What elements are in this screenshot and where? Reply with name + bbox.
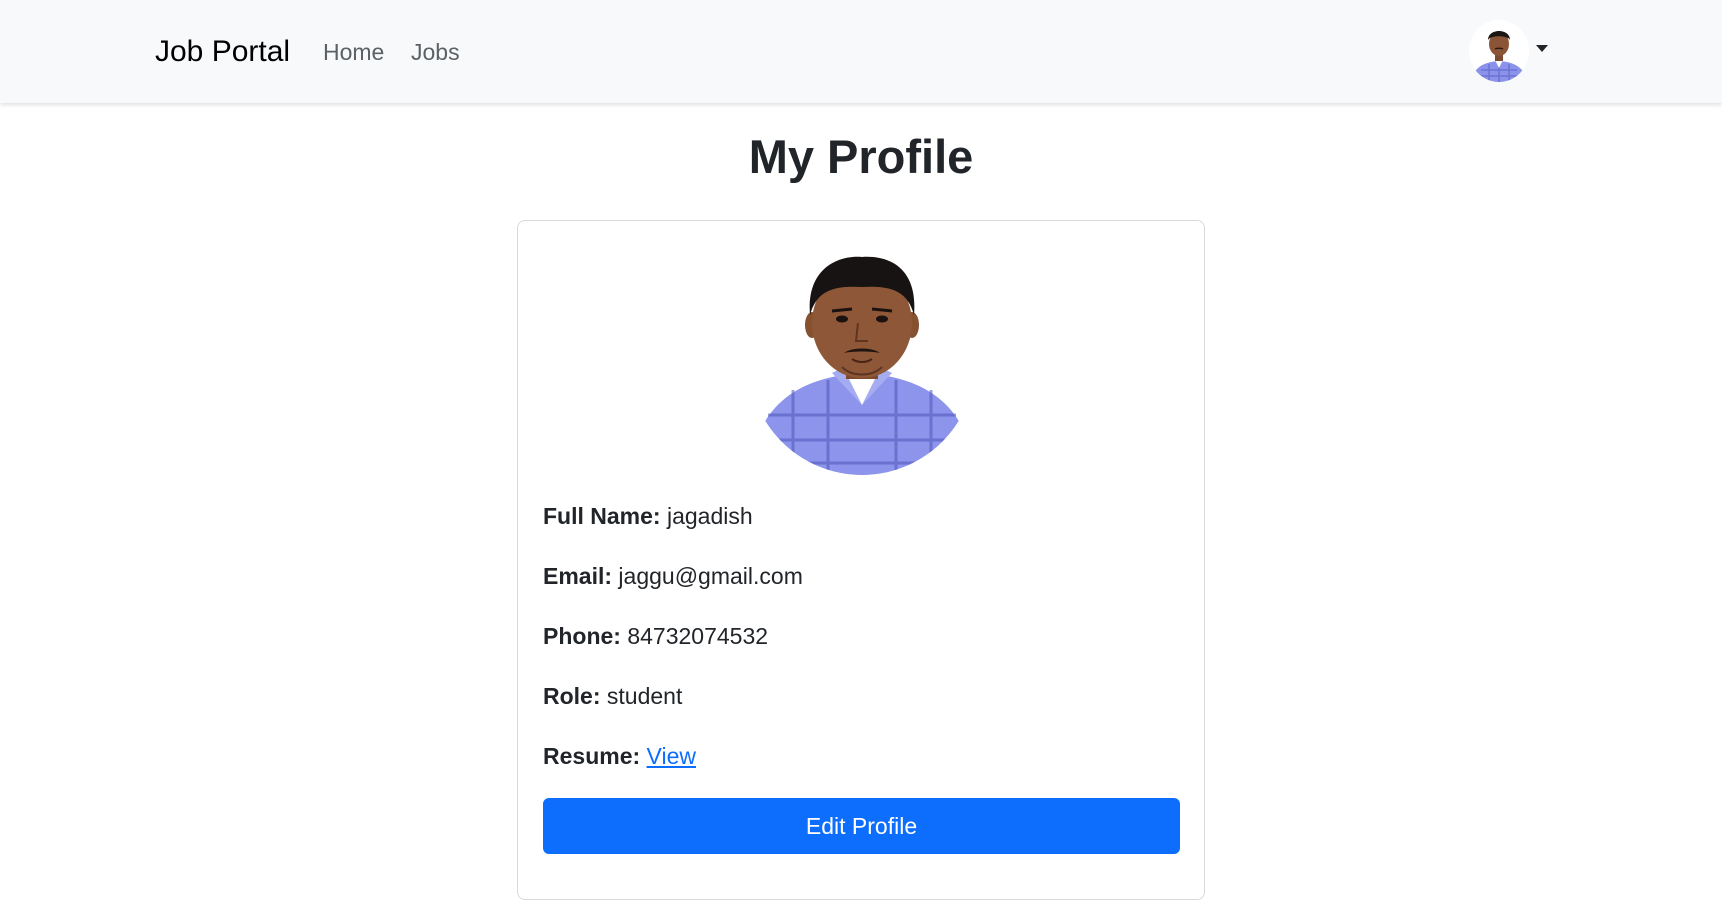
- full-name-field: Full Name: jagadish: [543, 501, 753, 531]
- edit-profile-button[interactable]: Edit Profile: [543, 798, 1180, 854]
- profile-card: Full Name: jagadish Email: jaggu@gmail.c…: [517, 220, 1205, 900]
- email-field: Email: jaggu@gmail.com: [543, 561, 803, 591]
- brand-link[interactable]: Job Portal: [155, 32, 290, 72]
- role-field: Role: student: [543, 681, 682, 711]
- email-value: jaggu@gmail.com: [618, 563, 803, 589]
- nav-link-home[interactable]: Home: [323, 38, 384, 66]
- resume-field: Resume: View: [543, 741, 696, 771]
- role-value: student: [606, 683, 683, 709]
- navbar: Job Portal Home Jobs: [0, 0, 1722, 103]
- full-name-value: jagadish: [666, 503, 753, 529]
- user-avatar-icon: [1469, 20, 1529, 82]
- resume-label: Resume:: [543, 743, 641, 769]
- page-title: My Profile: [748, 130, 974, 183]
- caret-down-icon: [1536, 45, 1548, 52]
- phone-label: Phone:: [543, 623, 621, 649]
- phone-field: Phone: 84732074532: [543, 621, 768, 651]
- phone-value: 84732074532: [627, 623, 769, 649]
- nav-link-jobs[interactable]: Jobs: [411, 38, 460, 66]
- email-label: Email:: [543, 563, 613, 589]
- profile-photo-icon: [748, 245, 976, 475]
- full-name-label: Full Name:: [543, 503, 661, 529]
- role-label: Role:: [543, 683, 601, 709]
- user-menu-toggle[interactable]: [1469, 20, 1551, 82]
- resume-view-link[interactable]: View: [647, 743, 696, 769]
